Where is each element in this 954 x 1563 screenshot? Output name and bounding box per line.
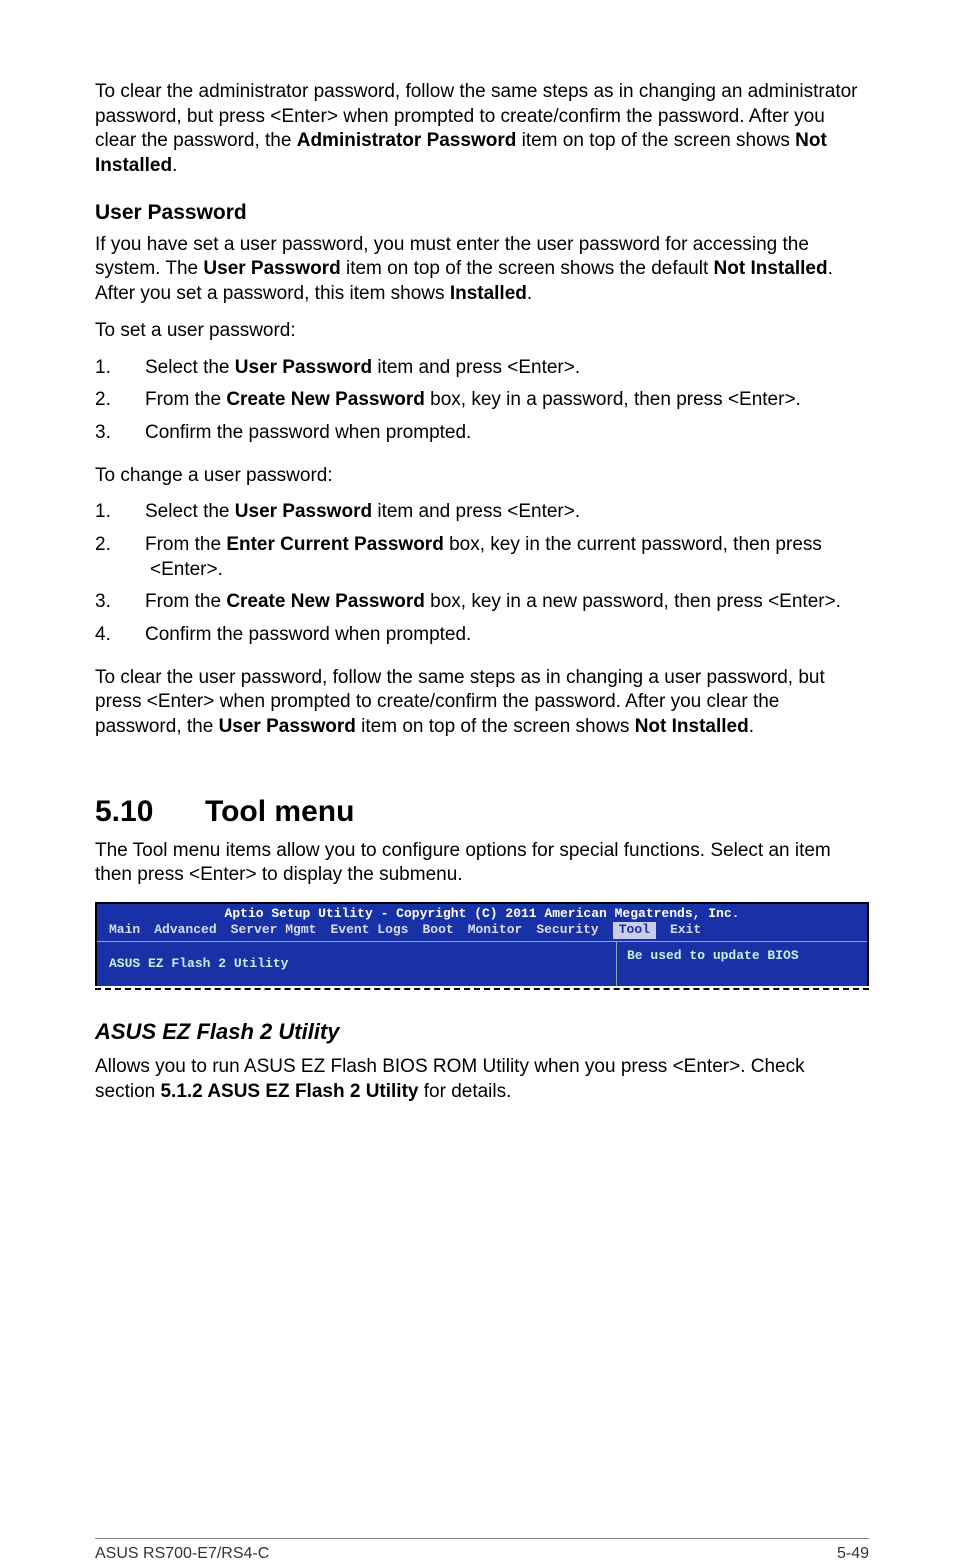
text: Select the [145,501,235,522]
page-footer: ASUS RS700-E7/RS4-C 5-49 [95,1538,869,1563]
list-item: 2.From the Enter Current Password box, k… [95,533,869,582]
section-number: 5.10 [95,795,205,829]
bold: Create New Password [226,591,425,612]
section-heading: 5.10Tool menu [95,795,869,829]
bios-menu-item: Security [536,922,598,938]
bold: Enter Current Password [226,534,444,555]
text: Select the [145,357,235,378]
bios-title: Aptio Setup Utility - Copyright (C) 2011… [97,904,867,922]
text: From the [145,534,226,555]
bold: User Password [219,716,356,737]
bios-menu-item: Tool [613,922,656,938]
to-change-label: To change a user password: [95,464,869,489]
bios-menu-item: Event Logs [330,922,408,938]
torn-edge [95,984,869,994]
bold: Not Installed [635,716,749,737]
text: . [172,155,177,176]
list-item: 4.Confirm the password when prompted. [95,623,869,648]
section-title: Tool menu [205,795,354,828]
user-password-heading: User Password [95,201,869,225]
ez-flash-para: Allows you to run ASUS EZ Flash BIOS ROM… [95,1055,869,1104]
bios-menu-item: Monitor [468,922,523,938]
step-number: 3. [95,590,145,615]
bold: Create New Password [226,389,425,410]
footer-left: ASUS RS700-E7/RS4-C [95,1545,269,1563]
text: for details. [418,1081,511,1102]
step-number: 2. [95,388,145,413]
bios-menu-item: Main [109,922,140,938]
text: From the [145,591,226,612]
bios-right-pane: Be used to update BIOS [616,942,867,986]
clear-user-para: To clear the user password, follow the s… [95,666,869,740]
text: Confirm the password when prompted. [145,422,471,443]
clear-admin-para: To clear the administrator password, fol… [95,80,869,179]
bold: Administrator Password [297,130,517,151]
step-number: 1. [95,500,145,525]
text: box, key in a new password, then press <… [425,591,841,612]
footer-right: 5-49 [837,1545,869,1563]
bold: Installed [450,283,527,304]
bios-menu-item: Server Mgmt [231,922,317,938]
text: item and press <Enter>. [372,357,580,378]
text: item on top of the screen shows [356,716,635,737]
list-item: 3.From the Create New Password box, key … [95,590,869,615]
set-steps-list: 1.Select the User Password item and pres… [95,356,869,446]
list-item: 2.From the Create New Password box, key … [95,388,869,413]
bios-menu-item: Exit [670,922,701,938]
step-number: 3. [95,421,145,446]
ez-flash-heading: ASUS EZ Flash 2 Utility [95,1019,869,1045]
text: item on top of the screen shows [516,130,795,151]
bold: User Password [235,357,372,378]
bios-menu: Main Advanced Server Mgmt Event Logs Boot Mon… [97,922,867,940]
change-steps-list: 1.Select the User Password item and pres… [95,500,869,647]
bios-left-pane: ASUS EZ Flash 2 Utility [97,942,616,986]
to-set-label: To set a user password: [95,319,869,344]
text: From the [145,389,226,410]
bios-screenshot: Aptio Setup Utility - Copyright (C) 2011… [95,902,869,986]
text: . [749,716,754,737]
bold: Not Installed [714,258,828,279]
bold: User Password [235,501,372,522]
step-number: 2. [95,533,145,558]
bold: 5.1.2 ASUS EZ Flash 2 Utility [160,1081,418,1102]
bios-menu-item: Boot [422,922,453,938]
text: item on top of the screen shows the defa… [341,258,714,279]
text: item and press <Enter>. [372,501,580,522]
step-number: 4. [95,623,145,648]
list-item: 3.Confirm the password when prompted. [95,421,869,446]
list-item: 1.Select the User Password item and pres… [95,356,869,381]
user-password-intro: If you have set a user password, you mus… [95,233,869,307]
text: Confirm the password when prompted. [145,624,471,645]
text: box, key in a password, then press <Ente… [425,389,801,410]
text: . [527,283,532,304]
list-item: 1.Select the User Password item and pres… [95,500,869,525]
step-number: 1. [95,356,145,381]
bios-menu-item: Advanced [154,922,216,938]
bold: User Password [203,258,340,279]
tool-intro: The Tool menu items allow you to configu… [95,839,869,888]
